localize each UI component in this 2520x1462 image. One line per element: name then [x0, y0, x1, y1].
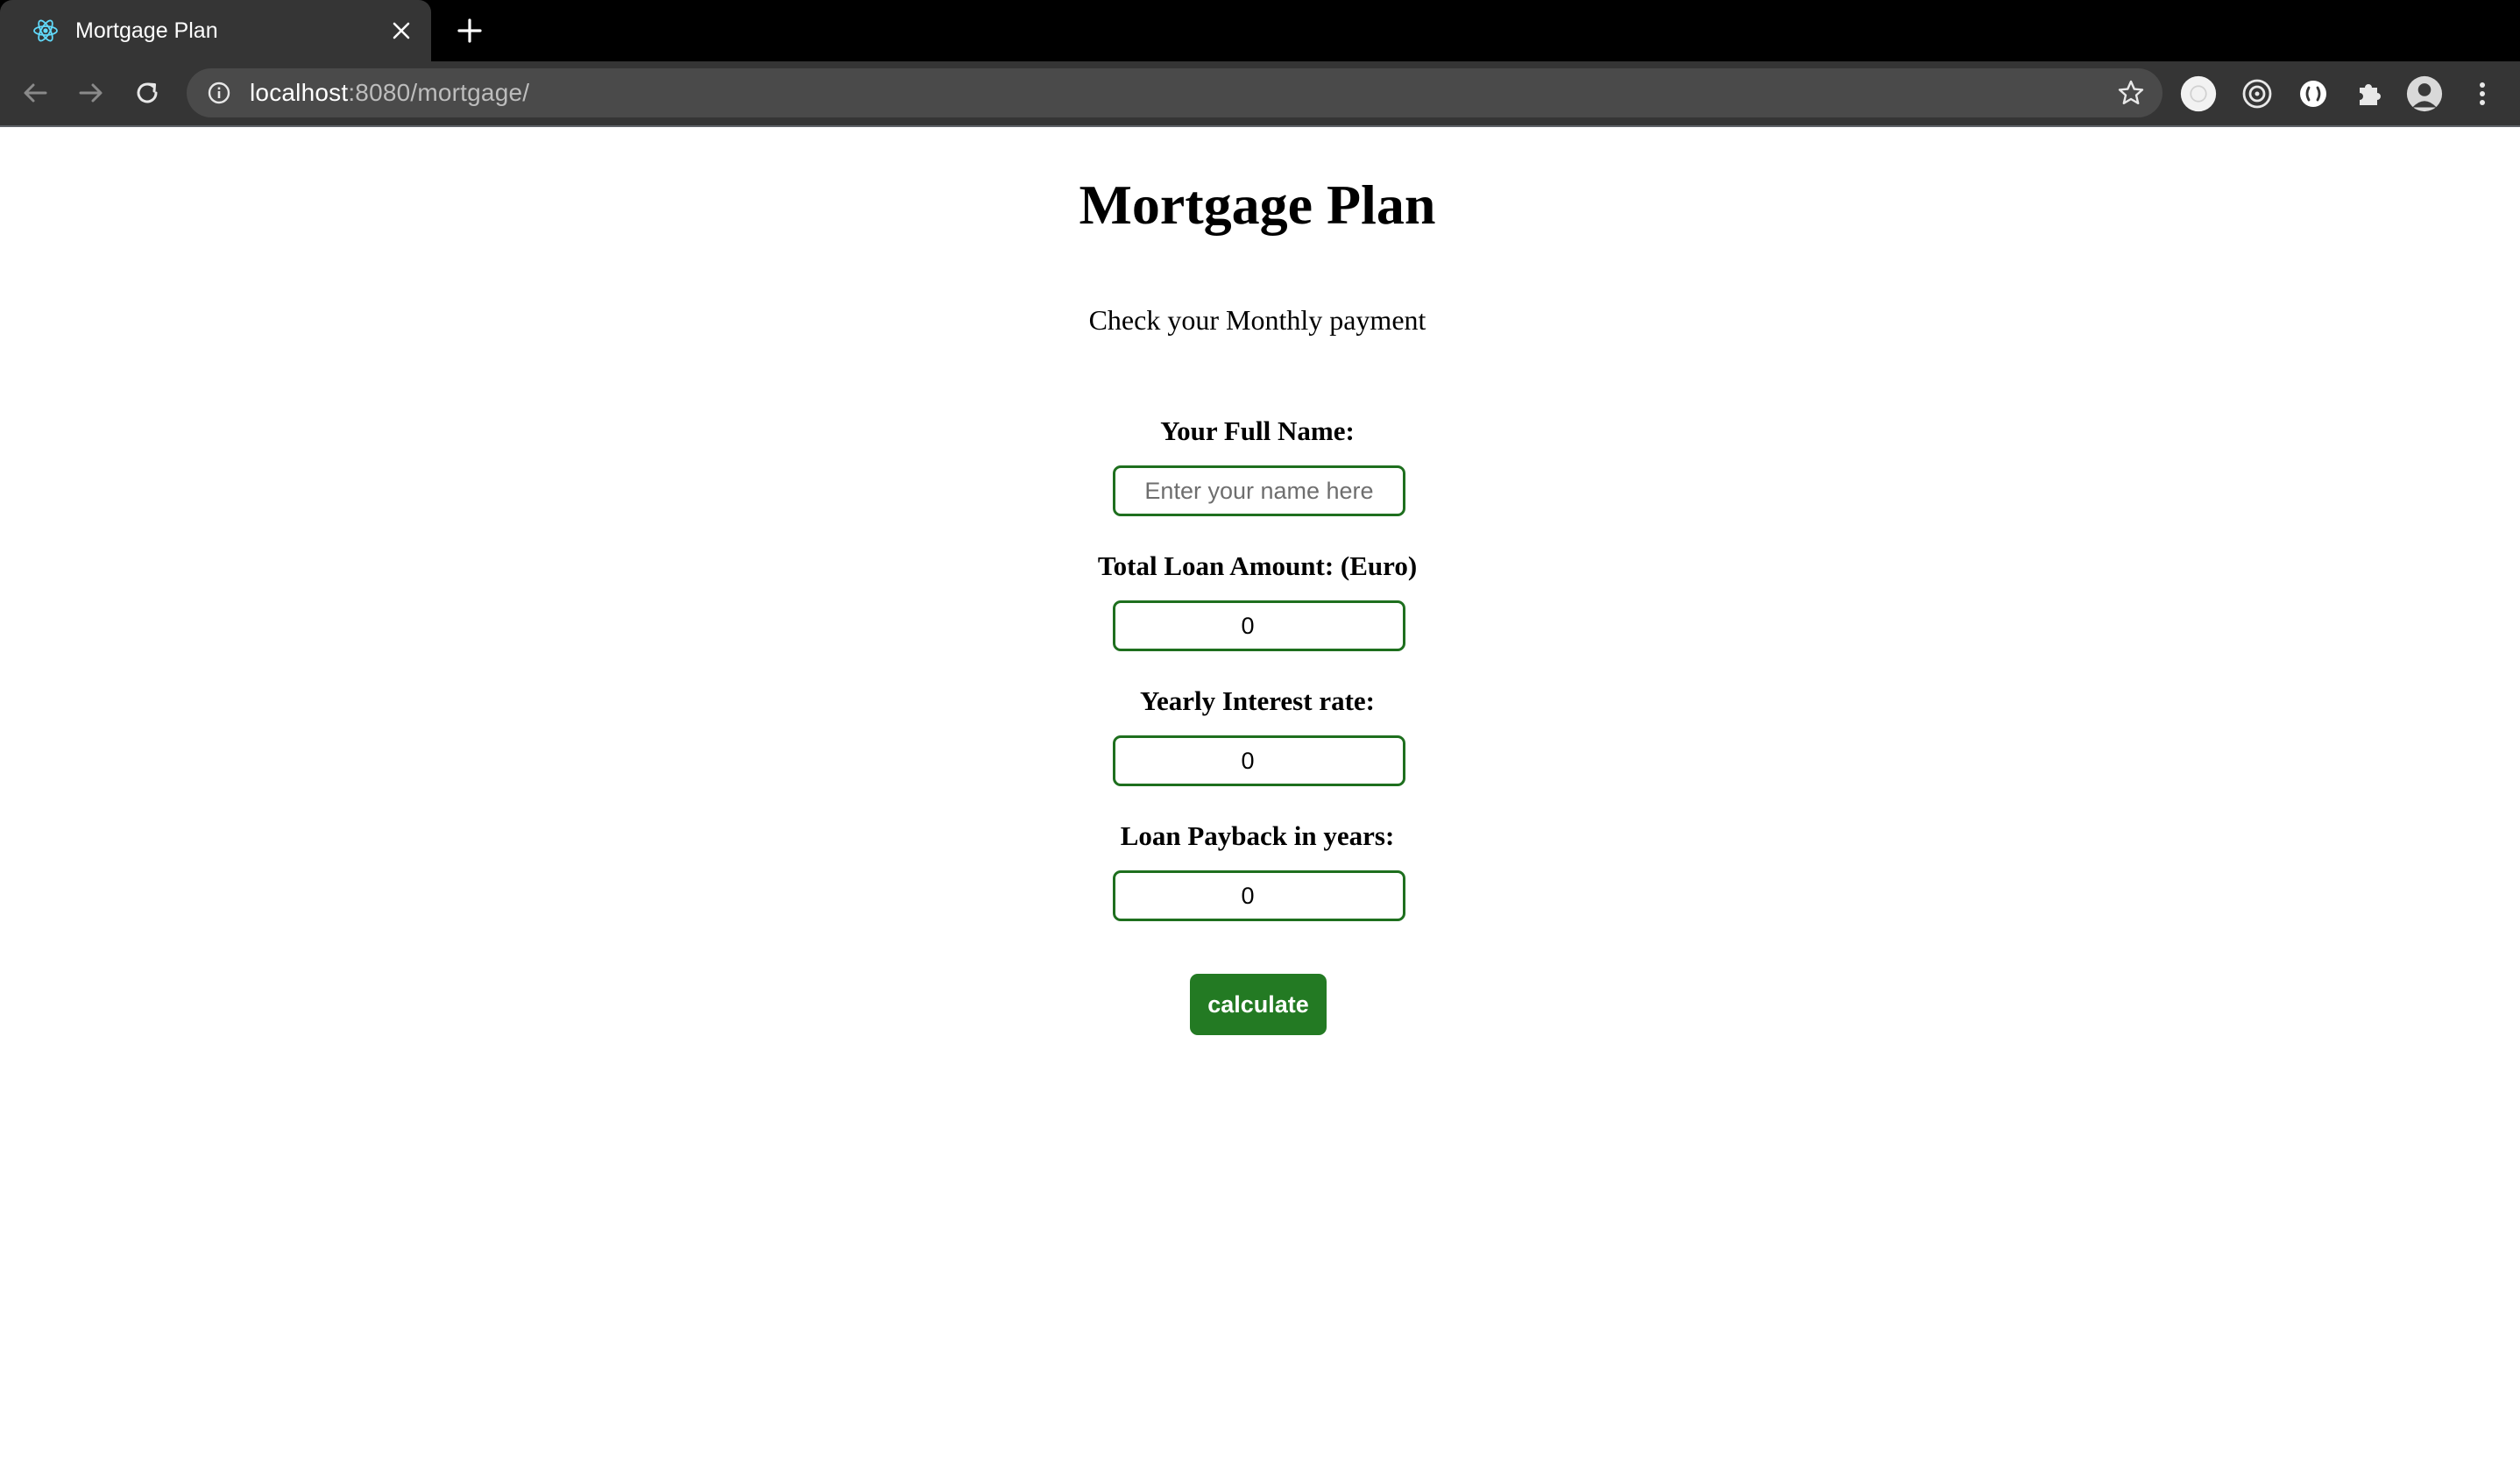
url-text: localhost:8080/mortgage/	[250, 79, 529, 107]
page-subtitle: Check your Monthly payment	[1088, 304, 1426, 336]
url-path: :8080/mortgage/	[348, 79, 530, 106]
back-arrow-icon[interactable]	[18, 75, 53, 110]
plus-icon[interactable]	[451, 12, 488, 49]
full-name-input[interactable]	[1113, 465, 1405, 516]
full-name-label: Your Full Name:	[1160, 415, 1355, 446]
page-content: Mortgage Plan Check your Monthly payment…	[0, 127, 2520, 1462]
profile-avatar-icon[interactable]	[2406, 75, 2443, 112]
reload-icon[interactable]	[130, 75, 165, 110]
browser-chrome: Mortgage Plan localhost:8080/mortgage/	[0, 0, 2520, 125]
loan-amount-label: Total Loan Amount: (Euro)	[1097, 550, 1418, 581]
react-icon	[32, 17, 60, 45]
extension-badge-icon[interactable]	[2295, 75, 2332, 112]
target-icon[interactable]	[2239, 75, 2276, 112]
kebab-menu-icon[interactable]	[2464, 75, 2501, 112]
tab-strip: Mortgage Plan	[0, 0, 2520, 61]
tab-mortgage-plan[interactable]: Mortgage Plan	[0, 0, 431, 61]
star-icon[interactable]	[2117, 79, 2145, 107]
tab-title: Mortgage Plan	[75, 18, 218, 43]
url-host: localhost	[250, 79, 349, 106]
forward-arrow-icon[interactable]	[74, 75, 109, 110]
interest-rate-label: Yearly Interest rate:	[1140, 685, 1375, 716]
loan-amount-input[interactable]	[1113, 600, 1405, 651]
calculate-button[interactable]: calculate	[1190, 974, 1327, 1035]
close-icon[interactable]	[384, 13, 419, 48]
info-icon[interactable]	[206, 80, 232, 106]
page-title: Mortgage Plan	[1079, 174, 1436, 236]
browser-toolbar: localhost:8080/mortgage/	[0, 61, 2520, 125]
address-bar[interactable]: localhost:8080/mortgage/	[187, 68, 2163, 117]
payback-years-input[interactable]	[1113, 870, 1405, 921]
puzzle-icon[interactable]	[2351, 75, 2388, 112]
payback-years-label: Loan Payback in years:	[1120, 820, 1395, 851]
extension-circle-icon[interactable]	[2180, 75, 2217, 112]
interest-rate-input[interactable]	[1113, 735, 1405, 786]
